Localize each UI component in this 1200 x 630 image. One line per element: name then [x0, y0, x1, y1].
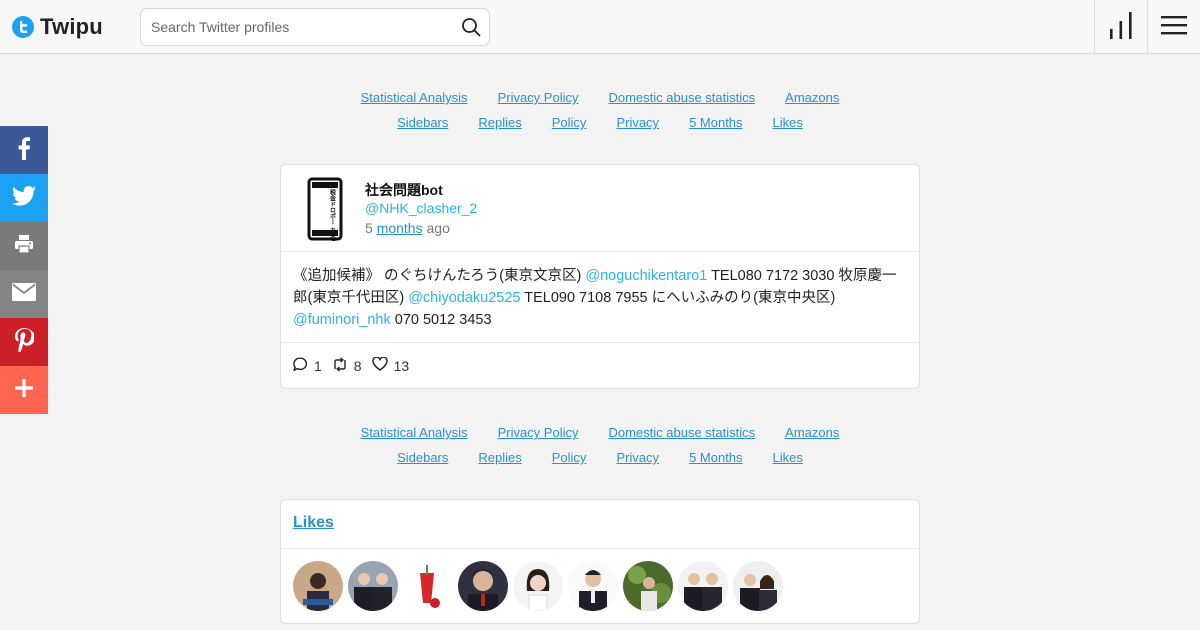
- twitter-icon: [12, 185, 36, 211]
- link-block-bottom: Statistical Analysis Privacy Policy Dome…: [280, 420, 920, 470]
- share-sidebar: [0, 126, 48, 414]
- link-sidebars[interactable]: Sidebars: [397, 445, 448, 470]
- tweet-header: 税金ドロボー カネ返せ 社会問題bot @NHK_clasher_2 5 mon…: [281, 165, 919, 252]
- search-input[interactable]: [151, 9, 451, 45]
- link-likes[interactable]: Likes: [773, 110, 803, 135]
- profile-handle-link[interactable]: @NHK_clasher_2: [365, 200, 477, 216]
- liked-profile-avatar[interactable]: [678, 561, 728, 611]
- mention-link[interactable]: @fuminori_nhk: [293, 312, 391, 328]
- print-icon: [14, 234, 34, 259]
- tweet-text-part: TEL090 7108 7955 にへいふみのり(東京中央区): [520, 290, 836, 306]
- link-replies[interactable]: Replies: [478, 445, 521, 470]
- share-print-button[interactable]: [0, 222, 48, 270]
- liked-profile-avatar[interactable]: [293, 561, 343, 611]
- email-icon: [12, 282, 36, 306]
- logo-text: Twipu: [40, 14, 103, 39]
- bar-chart-icon: [1108, 11, 1134, 44]
- liked-profile-avatar[interactable]: [458, 561, 508, 611]
- plus-icon: [15, 378, 33, 402]
- share-facebook-button[interactable]: [0, 126, 48, 174]
- search-icon[interactable]: [461, 17, 481, 37]
- top-header: Twipu: [0, 0, 1200, 54]
- share-twitter-button[interactable]: [0, 174, 48, 222]
- stats-button[interactable]: [1094, 0, 1147, 54]
- mention-link[interactable]: @noguchikentaro1: [585, 268, 707, 284]
- time-months-link[interactable]: months: [377, 220, 423, 236]
- link-domestic-abuse-statistics[interactable]: Domestic abuse statistics: [608, 420, 755, 445]
- link-5-months[interactable]: 5 Months: [689, 110, 742, 135]
- share-pinterest-button[interactable]: [0, 318, 48, 366]
- reply-count: 1: [314, 357, 322, 374]
- tweet-text: 《追加候補》 のぐちけんたろう(東京文京区) @noguchikentaro1 …: [281, 252, 919, 343]
- link-policy[interactable]: Policy: [552, 110, 587, 135]
- link-amazons[interactable]: Amazons: [785, 420, 839, 445]
- reply-stat[interactable]: 1: [293, 357, 322, 375]
- like-stat[interactable]: 13: [371, 356, 410, 374]
- liked-profiles-row: [281, 549, 919, 623]
- twipu-logo-icon: [12, 16, 34, 38]
- link-domestic-abuse-statistics[interactable]: Domestic abuse statistics: [608, 85, 755, 110]
- link-likes[interactable]: Likes: [773, 445, 803, 470]
- profile-name: 社会問題bot: [365, 182, 443, 198]
- liked-profile-avatar[interactable]: [513, 561, 563, 611]
- liked-profile-avatar[interactable]: [568, 561, 618, 611]
- mention-link[interactable]: @chiyodaku2525: [408, 290, 520, 306]
- heart-icon: [371, 356, 394, 374]
- tweet-text-part: 070 5012 3453: [390, 312, 492, 328]
- link-statistical-analysis[interactable]: Statistical Analysis: [361, 85, 468, 110]
- reply-icon: [293, 357, 314, 375]
- liked-profile-avatar[interactable]: [403, 561, 453, 611]
- time-suffix: ago: [426, 220, 450, 236]
- link-block-top: Statistical Analysis Privacy Policy Dome…: [280, 85, 920, 135]
- likes-card: Likes: [280, 499, 920, 624]
- likes-header: Likes: [281, 500, 919, 549]
- search-box: [140, 8, 490, 46]
- liked-profile-avatar[interactable]: [623, 561, 673, 611]
- avatar-text: 税金ドロボー カネ返せ: [329, 188, 337, 241]
- liked-profile-avatar[interactable]: [733, 561, 783, 611]
- link-privacy-policy[interactable]: Privacy Policy: [498, 420, 579, 445]
- like-count: 13: [393, 357, 410, 374]
- tweet-card: 税金ドロボー カネ返せ 社会問題bot @NHK_clasher_2 5 mon…: [280, 164, 920, 389]
- time-number: 5: [365, 220, 373, 236]
- link-statistical-analysis[interactable]: Statistical Analysis: [361, 420, 468, 445]
- logo-link[interactable]: Twipu: [12, 14, 103, 40]
- pinterest-icon: [14, 327, 36, 357]
- facebook-icon: [17, 136, 31, 165]
- link-privacy[interactable]: Privacy: [616, 445, 659, 470]
- tweet-text-part: 《追加候補》 のぐちけんたろう(東京文京区): [293, 268, 586, 284]
- tweet-timestamp: 5 months ago: [365, 220, 450, 236]
- link-amazons[interactable]: Amazons: [785, 85, 839, 110]
- retweet-stat[interactable]: 8: [332, 356, 362, 375]
- share-more-button[interactable]: [0, 366, 48, 414]
- tweet-stats: 1 8 13: [281, 343, 919, 388]
- hamburger-menu-icon: [1161, 15, 1187, 40]
- share-email-button[interactable]: [0, 270, 48, 318]
- link-policy[interactable]: Policy: [552, 445, 587, 470]
- link-privacy-policy[interactable]: Privacy Policy: [498, 85, 579, 110]
- link-replies[interactable]: Replies: [478, 110, 521, 135]
- retweet-count: 8: [353, 357, 362, 374]
- menu-button[interactable]: [1147, 0, 1200, 54]
- link-sidebars[interactable]: Sidebars: [397, 110, 448, 135]
- retweet-icon: [332, 356, 354, 375]
- link-5-months[interactable]: 5 Months: [689, 445, 742, 470]
- link-privacy[interactable]: Privacy: [616, 110, 659, 135]
- likes-title-link[interactable]: Likes: [293, 514, 334, 531]
- liked-profile-avatar[interactable]: [348, 561, 398, 611]
- avatar[interactable]: 税金ドロボー カネ返せ: [305, 177, 345, 251]
